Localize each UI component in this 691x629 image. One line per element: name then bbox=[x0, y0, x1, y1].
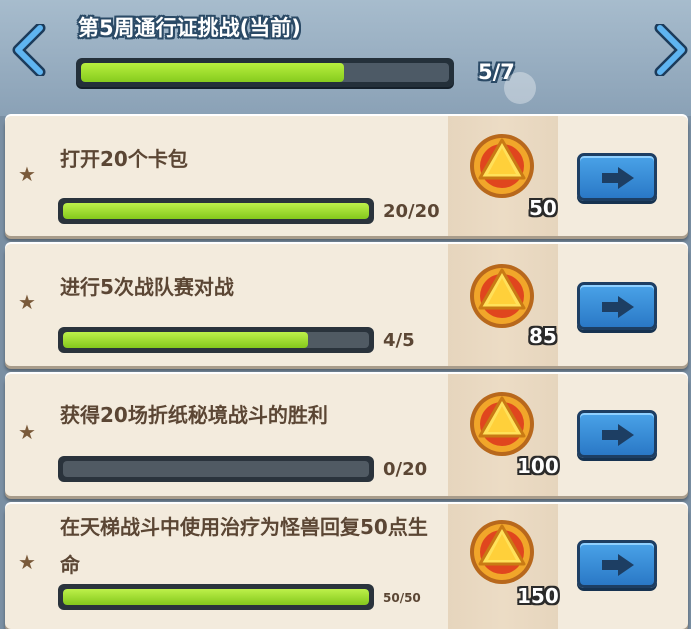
arrow-right-icon bbox=[602, 424, 634, 446]
task-card: ★ 进行5次战队赛对战 4/5 85 bbox=[5, 244, 688, 366]
go-button[interactable] bbox=[577, 540, 657, 588]
task-progress-bar bbox=[58, 327, 374, 353]
task-progress-bar bbox=[58, 456, 374, 482]
task-progress-count: 50/50 bbox=[383, 591, 421, 605]
gold-medal-icon bbox=[470, 520, 534, 584]
go-button[interactable] bbox=[577, 153, 657, 201]
star-icon: ★ bbox=[18, 550, 36, 574]
chevron-right-icon[interactable] bbox=[652, 24, 688, 76]
faded-badge-icon bbox=[504, 72, 536, 104]
reward-amount: 50 bbox=[529, 196, 557, 220]
star-icon: ★ bbox=[18, 290, 36, 314]
pass-header: 第5周通行证挑战(当前) 5/7 bbox=[0, 0, 691, 116]
gold-medal-icon bbox=[470, 134, 534, 198]
task-progress-fill bbox=[63, 332, 308, 348]
week-title: 第5周通行证挑战(当前) bbox=[78, 16, 301, 40]
task-progress-bar bbox=[58, 198, 374, 224]
go-button[interactable] bbox=[577, 410, 657, 458]
week-progress-bar bbox=[76, 58, 454, 87]
star-icon: ★ bbox=[18, 162, 36, 186]
task-card: ★ 在天梯战斗中使用治疗为怪兽回复50点生命 50/50 150 bbox=[5, 504, 688, 629]
week-progress-fill bbox=[81, 63, 344, 82]
chevron-left-icon[interactable] bbox=[12, 24, 48, 76]
reward-amount: 100 bbox=[517, 454, 559, 478]
task-title: 打开20个卡包 bbox=[60, 147, 188, 171]
reward-amount: 85 bbox=[529, 324, 557, 348]
go-button[interactable] bbox=[577, 282, 657, 330]
task-progress-count: 4/5 bbox=[383, 330, 415, 351]
gold-medal-icon bbox=[470, 392, 534, 456]
star-icon: ★ bbox=[18, 420, 36, 444]
task-card: ★ 打开20个卡包 20/20 50 bbox=[5, 116, 688, 236]
gold-medal-icon bbox=[470, 264, 534, 328]
task-progress-count: 20/20 bbox=[383, 201, 440, 222]
arrow-right-icon bbox=[602, 296, 634, 318]
task-title: 获得20场折纸秘境战斗的胜利 bbox=[60, 403, 328, 427]
arrow-right-icon bbox=[602, 554, 634, 576]
task-title: 在天梯战斗中使用治疗为怪兽回复50点生命 bbox=[60, 515, 428, 577]
arrow-right-icon bbox=[602, 167, 634, 189]
reward-amount: 150 bbox=[517, 584, 559, 608]
task-card: ★ 获得20场折纸秘境战斗的胜利 0/20 100 bbox=[5, 374, 688, 496]
task-title: 进行5次战队赛对战 bbox=[60, 275, 234, 299]
task-progress-count: 0/20 bbox=[383, 459, 428, 480]
task-progress-fill bbox=[63, 589, 369, 605]
task-progress-fill bbox=[63, 203, 369, 219]
task-progress-bar bbox=[58, 584, 374, 610]
